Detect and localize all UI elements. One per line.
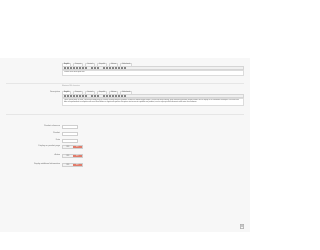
toolbar-separator xyxy=(88,95,90,97)
product-reference-input[interactable] xyxy=(62,125,78,129)
align-center-icon[interactable] xyxy=(79,67,81,69)
description-text: Lorem ipsum dolor sit amet, consectetur … xyxy=(64,99,239,103)
product-input[interactable] xyxy=(62,132,78,136)
description-hint: Maximum 800 characters xyxy=(62,86,80,87)
date-label: Date xyxy=(55,139,60,141)
list-bullet-icon[interactable] xyxy=(103,95,105,97)
align-justify-icon[interactable] xyxy=(85,95,87,97)
list-number-icon[interactable] xyxy=(106,67,108,69)
toggle-yes[interactable]: YES xyxy=(63,164,73,166)
redo-icon[interactable] xyxy=(118,95,120,97)
short-description-text: Product short description text xyxy=(64,71,85,73)
display-additional-information-label: Display additional information xyxy=(33,163,60,165)
table-icon[interactable] xyxy=(121,67,123,69)
toolbar-separator xyxy=(100,95,102,97)
display-additional-information-toggle[interactable]: YES NO xyxy=(62,163,83,167)
align-center-icon[interactable] xyxy=(79,95,81,97)
undo-icon[interactable] xyxy=(115,95,117,97)
strikethrough-icon[interactable] xyxy=(73,95,75,97)
underline-icon[interactable] xyxy=(70,67,72,69)
redo-icon[interactable] xyxy=(118,67,120,69)
align-left-icon[interactable] xyxy=(76,95,78,97)
active-toggle[interactable]: YES NO xyxy=(62,154,83,158)
italic-icon[interactable] xyxy=(67,95,69,97)
indent-icon[interactable] xyxy=(109,67,111,69)
product-form-panel: English Français Deutsch Español Italian… xyxy=(0,58,250,232)
image-icon[interactable] xyxy=(97,67,99,69)
indent-icon[interactable] xyxy=(109,95,111,97)
toggle-no[interactable]: NO xyxy=(72,146,82,148)
underline-icon[interactable] xyxy=(70,95,72,97)
toggle-no[interactable]: NO xyxy=(72,164,82,166)
undo-icon[interactable] xyxy=(115,67,117,69)
toggle-yes[interactable]: YES xyxy=(63,146,73,148)
list-bullet-icon[interactable] xyxy=(103,67,105,69)
toolbar-separator xyxy=(100,67,102,69)
short-description-editor[interactable]: Product short description text xyxy=(62,70,244,76)
active-label: Active xyxy=(54,154,60,156)
display-on-product-page-label: Display on product page xyxy=(38,145,60,147)
help-icon-graphic xyxy=(240,224,244,229)
list-number-icon[interactable] xyxy=(106,95,108,97)
product-reference-label: Product reference xyxy=(44,125,60,127)
align-justify-icon[interactable] xyxy=(85,67,87,69)
product-label: Product xyxy=(53,132,60,134)
link-icon[interactable] xyxy=(91,95,93,97)
bold-icon[interactable] xyxy=(64,67,66,69)
date-input[interactable] xyxy=(62,139,78,143)
outdent-icon[interactable] xyxy=(112,67,114,69)
code-icon[interactable] xyxy=(124,67,126,69)
link-icon[interactable] xyxy=(91,67,93,69)
display-on-product-page-toggle[interactable]: YES NO xyxy=(62,145,83,149)
description-editor[interactable]: Lorem ipsum dolor sit amet, consectetur … xyxy=(62,98,244,106)
toggle-no[interactable]: NO xyxy=(72,155,82,157)
align-right-icon[interactable] xyxy=(82,95,84,97)
unlink-icon[interactable] xyxy=(94,67,96,69)
strikethrough-icon[interactable] xyxy=(73,67,75,69)
align-right-icon[interactable] xyxy=(82,67,84,69)
bold-icon[interactable] xyxy=(64,95,66,97)
unlink-icon[interactable] xyxy=(94,95,96,97)
help-icon[interactable] xyxy=(240,224,244,229)
toolbar-separator xyxy=(88,67,90,69)
image-icon[interactable] xyxy=(97,95,99,97)
description-label: Description xyxy=(49,91,60,93)
italic-icon[interactable] xyxy=(67,67,69,69)
align-left-icon[interactable] xyxy=(76,67,78,69)
code-icon[interactable] xyxy=(124,95,126,97)
table-icon[interactable] xyxy=(121,95,123,97)
outdent-icon[interactable] xyxy=(112,95,114,97)
toggle-yes[interactable]: YES xyxy=(63,155,73,157)
